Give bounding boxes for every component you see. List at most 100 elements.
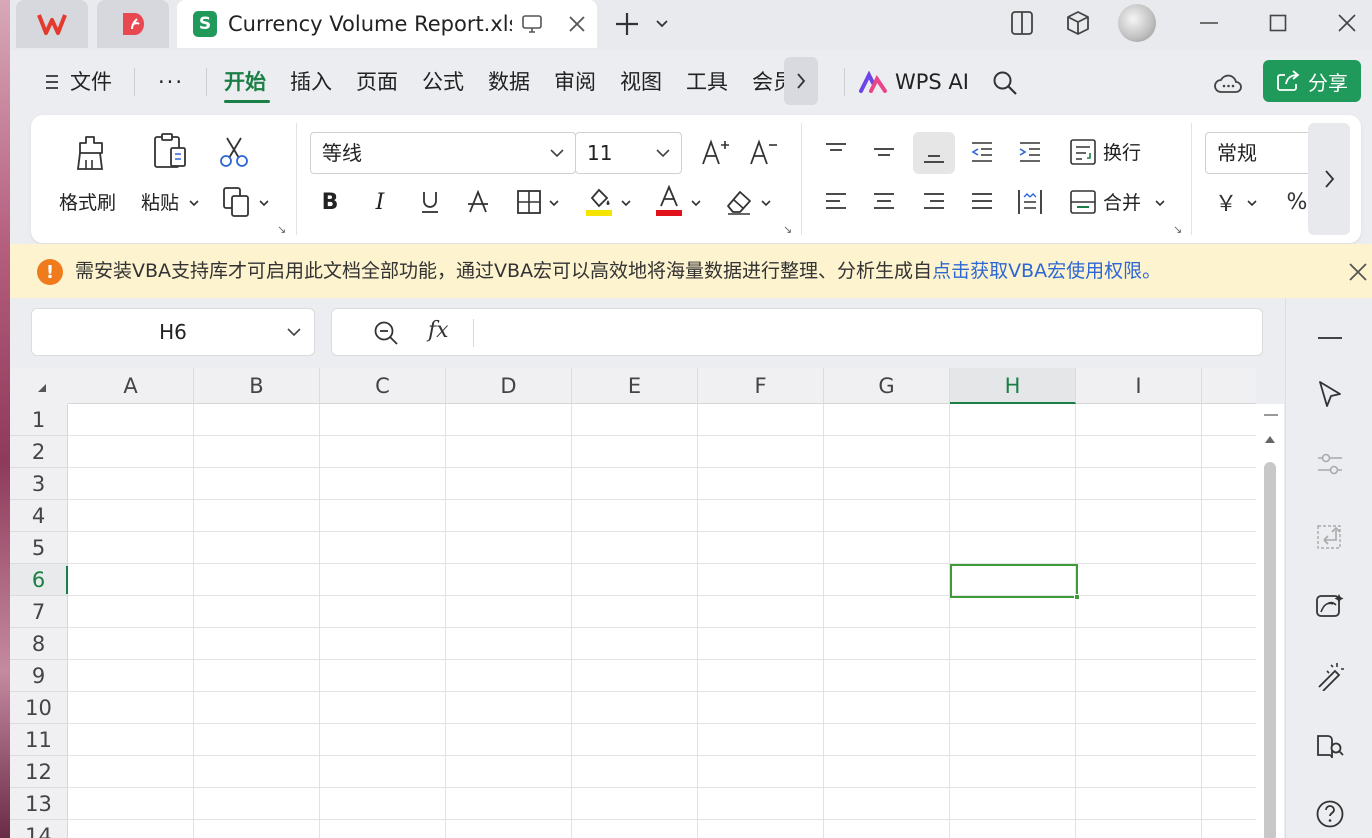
cell-g2[interactable] [824,436,950,468]
cell-i2[interactable] [1076,436,1202,468]
align-right-icon[interactable] [917,185,951,219]
cell-next1[interactable] [1202,404,1256,436]
cell-b7[interactable] [194,596,320,628]
cell-f11[interactable] [698,724,824,756]
cell-b8[interactable] [194,628,320,660]
distributed-align-icon[interactable] [1013,185,1047,219]
column-header-g[interactable]: G [824,368,950,404]
copy-dropdown-chevron-icon[interactable] [257,195,271,211]
cell-g11[interactable] [824,724,950,756]
clear-format-eraser-icon[interactable] [723,185,755,219]
row-header-6[interactable]: 6 [10,564,68,596]
cell-e8[interactable] [572,628,698,660]
cell-h11[interactable] [950,724,1076,756]
number-format-select[interactable]: 常规 [1205,132,1315,174]
cell-g12[interactable] [824,756,950,788]
fill-handle[interactable] [1074,594,1080,600]
cell-h8[interactable] [950,628,1076,660]
scroll-thumb[interactable] [1264,462,1276,838]
cell-d10[interactable] [446,692,572,724]
tab-scroll-right-icon[interactable] [784,57,818,105]
format-painter-icon[interactable] [71,133,111,173]
row-header-1[interactable]: 1 [10,404,68,436]
cell-next5[interactable] [1202,532,1256,564]
document-tab[interactable]: S Currency Volume Report.xlsm [177,0,597,48]
cell-a12[interactable] [68,756,194,788]
cell-h5[interactable] [950,532,1076,564]
cell-h2[interactable] [950,436,1076,468]
chevron-down-icon[interactable] [286,327,302,337]
align-bottom-icon[interactable] [913,132,955,174]
cell-c11[interactable] [320,724,446,756]
tab-home[interactable]: 开始 [224,68,266,96]
image-style-icon[interactable] [1314,590,1346,622]
merge-dropdown-chevron-icon[interactable] [1153,195,1167,211]
wrap-text-label[interactable]: 换行 [1103,141,1141,165]
cell-i10[interactable] [1076,692,1202,724]
new-tab-icon[interactable] [612,10,642,38]
font-name-select[interactable]: 等线 [310,132,576,174]
align-middle-icon[interactable] [867,135,901,169]
name-box[interactable]: H6 [31,308,315,356]
paste-dropdown-chevron-icon[interactable] [187,195,201,211]
cell-i7[interactable] [1076,596,1202,628]
cell-i14[interactable] [1076,820,1202,838]
ribbon-scroll-right-icon[interactable] [1308,123,1350,235]
transpose-icon[interactable] [1314,520,1346,552]
formula-input[interactable] [484,319,1244,347]
cell-next9[interactable] [1202,660,1256,692]
cell-i6[interactable] [1076,564,1202,596]
cell-d6[interactable] [446,564,572,596]
cell-f6[interactable] [698,564,824,596]
cell-c4[interactable] [320,500,446,532]
cell-a7[interactable] [68,596,194,628]
cell-c1[interactable] [320,404,446,436]
cell-f3[interactable] [698,468,824,500]
cell-i5[interactable] [1076,532,1202,564]
cell-c12[interactable] [320,756,446,788]
column-header-c[interactable]: C [320,368,446,404]
copy-icon[interactable] [221,185,253,219]
cell-g6[interactable] [824,564,950,596]
cell-h13[interactable] [950,788,1076,820]
cell-b10[interactable] [194,692,320,724]
cell-c7[interactable] [320,596,446,628]
column-header-d[interactable]: D [446,368,572,404]
cell-f1[interactable] [698,404,824,436]
column-header-b[interactable]: B [194,368,320,404]
cell-c2[interactable] [320,436,446,468]
user-avatar[interactable] [1118,4,1156,42]
paste-icon[interactable] [149,131,193,173]
decrease-indent-icon[interactable] [965,135,999,169]
cell-g5[interactable] [824,532,950,564]
3d-box-icon[interactable] [1062,8,1094,38]
monitor-icon[interactable] [519,12,545,36]
column-header-next[interactable] [1202,368,1256,404]
cell-a11[interactable] [68,724,194,756]
cell-a14[interactable] [68,820,194,838]
cell-a9[interactable] [68,660,194,692]
column-header-f[interactable]: F [698,368,824,404]
font-color-dropdown-chevron-icon[interactable] [689,195,703,211]
cell-f12[interactable] [698,756,824,788]
cell-next8[interactable] [1202,628,1256,660]
cell-d4[interactable] [446,500,572,532]
cell-f9[interactable] [698,660,824,692]
cell-h12[interactable] [950,756,1076,788]
cell-f2[interactable] [698,436,824,468]
row-header-10[interactable]: 10 [10,692,68,724]
cell-i3[interactable] [1076,468,1202,500]
minimize-icon[interactable] [1196,10,1222,36]
tab-page[interactable]: 页面 [356,68,398,96]
cell-c8[interactable] [320,628,446,660]
clear-format-dropdown-chevron-icon[interactable] [759,195,773,211]
cell-b12[interactable] [194,756,320,788]
align-left-icon[interactable] [819,185,853,219]
properties-sliders-icon[interactable] [1314,448,1346,480]
currency-format-icon[interactable]: ￥ [1211,185,1241,219]
cell-i4[interactable] [1076,500,1202,532]
cut-scissors-icon[interactable] [217,135,251,169]
row-header-3[interactable]: 3 [10,468,68,500]
cell-next10[interactable] [1202,692,1256,724]
cell-d14[interactable] [446,820,572,838]
